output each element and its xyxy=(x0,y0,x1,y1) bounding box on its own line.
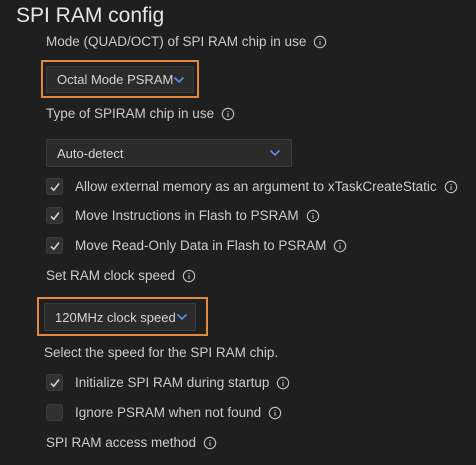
checkbox-label: Move Instructions in Flash to PSRAM xyxy=(75,208,299,223)
checkbox-instructions[interactable] xyxy=(46,207,63,224)
info-icon[interactable] xyxy=(182,269,196,283)
mode-dropdown[interactable]: Octal Mode PSRAM xyxy=(46,66,194,93)
clock-dropdown[interactable]: 120MHz clock speed xyxy=(44,303,196,331)
mode-label: Mode (QUAD/OCT) of SPI RAM chip in use xyxy=(46,34,307,49)
checkbox-row-instructions[interactable]: Move Instructions in Flash to PSRAM xyxy=(46,207,320,224)
chevron-down-icon xyxy=(269,149,281,157)
info-icon[interactable] xyxy=(306,209,320,223)
checkbox-init-spiram[interactable] xyxy=(46,374,63,391)
chip-type-dropdown[interactable]: Auto-detect xyxy=(46,139,292,167)
clock-label: Set RAM clock speed xyxy=(46,268,176,283)
checkbox-row-external-memory[interactable]: Allow external memory as an argument to … xyxy=(46,178,458,195)
access-label-row: SPI RAM access method xyxy=(46,435,217,450)
checkbox-rodata[interactable] xyxy=(46,237,63,254)
info-icon[interactable] xyxy=(221,107,235,121)
clock-dropdown-value: 120MHz clock speed xyxy=(55,309,176,325)
access-label: SPI RAM access method xyxy=(46,435,197,450)
mode-label-row: Mode (QUAD/OCT) of SPI RAM chip in use xyxy=(46,34,327,49)
check-icon xyxy=(49,241,60,250)
checkbox-label: Initialize SPI RAM during startup xyxy=(75,375,270,390)
checkbox-label: Move Read-Only Data in Flash to PSRAM xyxy=(75,238,327,253)
info-icon[interactable] xyxy=(276,376,290,390)
chevron-down-icon xyxy=(176,313,188,321)
check-icon xyxy=(49,211,60,220)
info-icon[interactable] xyxy=(333,239,347,253)
clock-description: Select the speed for the SPI RAM chip. xyxy=(44,345,279,360)
checkbox-row-ignore-psram[interactable]: Ignore PSRAM when not found xyxy=(46,404,282,421)
info-icon[interactable] xyxy=(268,406,282,420)
chip-type-label: Type of SPIRAM chip in use xyxy=(46,106,215,121)
mode-dropdown-value: Octal Mode PSRAM xyxy=(57,72,174,87)
check-icon xyxy=(49,378,60,387)
checkbox-row-init-spiram[interactable]: Initialize SPI RAM during startup xyxy=(46,374,290,391)
section-title: SPI RAM config xyxy=(16,4,165,27)
checkbox-row-rodata[interactable]: Move Read-Only Data in Flash to PSRAM xyxy=(46,237,347,254)
clock-label-row: Set RAM clock speed xyxy=(46,268,196,283)
info-icon[interactable] xyxy=(203,436,217,450)
checkbox-label: Ignore PSRAM when not found xyxy=(75,405,262,420)
check-icon xyxy=(49,182,60,191)
chevron-down-icon xyxy=(173,76,185,84)
chip-type-dropdown-value: Auto-detect xyxy=(57,145,124,161)
info-icon[interactable] xyxy=(313,35,327,49)
chip-type-label-row: Type of SPIRAM chip in use xyxy=(46,106,235,121)
info-icon[interactable] xyxy=(444,180,458,194)
checkbox-label: Allow external memory as an argument to … xyxy=(75,179,437,194)
checkbox-ignore-psram[interactable] xyxy=(46,404,63,421)
checkbox-external-memory[interactable] xyxy=(46,178,63,195)
